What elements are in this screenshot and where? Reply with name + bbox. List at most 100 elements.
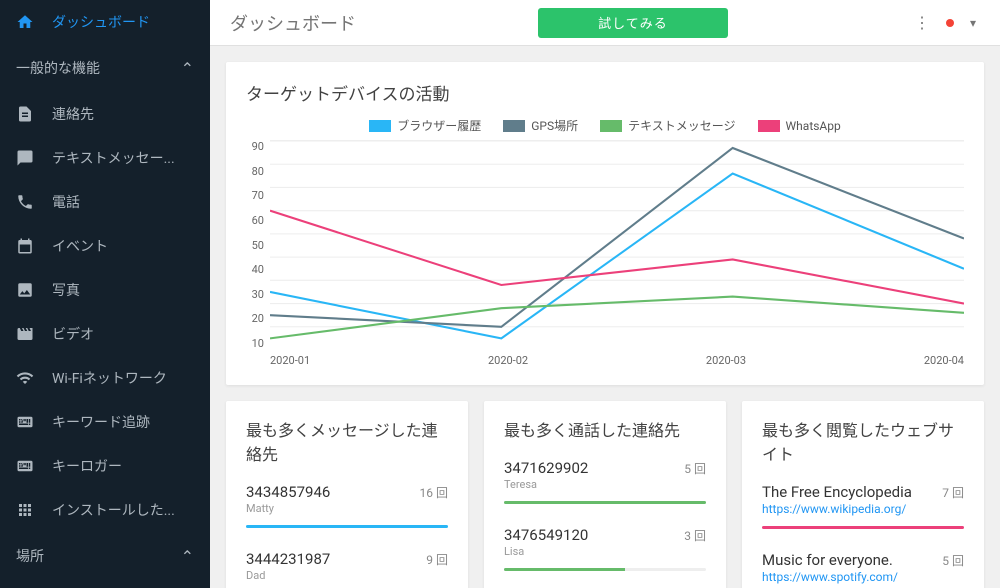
sidebar-item[interactable]: テキストメッセー... [0,136,210,180]
list-item-bar [246,525,448,528]
list-item[interactable]: 3444231987 9 回Dad [226,542,468,588]
list-item-bar [504,501,706,504]
list-item-sub: Lisa [504,545,706,558]
legend-swatch [758,120,780,132]
sidebar-item[interactable]: 写真 [0,268,210,312]
notification-dot[interactable] [946,19,954,27]
list-item-sub: Teresa [504,478,706,491]
sidebar-item-label: 電話 [52,192,80,212]
sidebar: ダッシュボード一般的な機能 ⌃ 連絡先テキストメッセー... 電話イベント写真ビデオ W… [0,0,210,588]
xtick: 2020-02 [488,354,528,367]
ytick: 80 [246,165,264,178]
xtick: 2020-04 [924,354,964,367]
sidebar-item[interactable]: GPS場所 [0,580,210,588]
phone-icon [16,193,34,211]
list-item-link[interactable]: https://www.spotify.com/ [762,570,898,584]
list-item[interactable]: Music for everyone. 5 回 https://www.spotif… [742,543,984,588]
page-title: ダッシュボード [230,10,356,36]
sidebar-item[interactable]: ビデオ [0,312,210,356]
panel-title: 最も多く閲覧したウェブサイト [742,401,984,475]
panel-web: 最も多く閲覧したウェブサイトThe Free Encyclopedia7 回ht… [742,401,984,588]
try-button[interactable]: 試してみる [538,8,728,38]
legend-item[interactable]: テキストメッセージ [600,117,735,134]
sidebar-item[interactable]: 連絡先 [0,92,210,136]
sidebar-item-label: インストールした... [52,500,175,520]
legend-swatch [600,120,622,132]
list-item-sub: https://www.wikipedia.org/ [762,502,964,516]
sidebar-item-label: ビデオ [52,324,94,344]
cal-icon [16,237,34,255]
sidebar-item-label: Wi-Fiネットワーク [52,368,167,388]
legend-swatch [503,120,525,132]
list-item[interactable]: 3434857946 16 回Matty [226,475,468,542]
list-item[interactable]: The Free Encyclopedia7 回https://www.wiki… [742,475,984,543]
sidebar-item[interactable]: インストールした... [0,488,210,532]
wifi-icon [16,369,34,387]
chart-yaxis: 908070605040302010 [246,140,270,350]
ytick: 70 [246,189,264,202]
list-item-title: 3476549120 [504,526,588,544]
sidebar-item-label: 写真 [52,280,80,300]
sidebar-section[interactable]: 一般的な機能 ⌃ [0,44,210,92]
list-item[interactable]: 3471629902 5 回Teresa [484,451,726,518]
list-item-title: 3434857946 [246,483,330,501]
list-item-title: 3444231987 [246,550,330,568]
legend-item[interactable]: ブラウザー履歴 [369,117,481,134]
sidebar-item-label: ダッシュボード [52,12,150,32]
list-item-sub: Matty [246,502,448,515]
chart-title: ターゲットデバイスの活動 [226,62,984,111]
list-item-link[interactable]: https://www.wikipedia.org/ [762,502,906,516]
legend-item[interactable]: GPS場所 [503,117,578,134]
chart-xaxis: 2020-012020-022020-032020-04 [270,354,964,367]
sidebar-item-label: 連絡先 [52,104,94,124]
topbar: ダッシュボード 試してみる ⋮ ▾ [210,0,1000,46]
sidebar-item[interactable]: キーロガー [0,444,210,488]
sidebar-section[interactable]: 場所⌃ [0,532,210,580]
section-label: 一般的な機能 [16,58,100,78]
sidebar-item-label: イベント [52,236,108,256]
list-item-sub: Dad [246,569,448,582]
legend-swatch [369,120,391,132]
legend-item[interactable]: WhatsApp [758,117,841,134]
legend-label: GPS場所 [531,117,578,134]
sidebar-item-label: キーロガー [52,456,122,476]
activity-chart-card: ターゲットデバイスの活動 ブラウザー履歴 GPS場所 テキストメッセージ WhatsA… [226,62,984,385]
list-item-title: Music for everyone. [762,551,893,569]
ytick: 90 [246,140,264,153]
ytick: 50 [246,239,264,252]
msg-icon [16,149,34,167]
ytick: 40 [246,263,264,276]
sidebar-item[interactable]: ダッシュボード [0,0,210,44]
chevron-up-icon: ⌃ [181,59,194,78]
list-item-sub: https://www.spotify.com/ [762,570,964,584]
sidebar-item[interactable]: Wi-Fiネットワーク [0,356,210,400]
dropdown-icon[interactable]: ▾ [966,12,980,34]
kbd-icon [16,413,34,431]
ytick: 20 [246,312,264,325]
sidebar-item-label: キーワード追跡 [52,412,150,432]
list-item-count: 9 回 [426,551,448,568]
legend-label: ブラウザー履歴 [397,117,481,134]
sidebar-item[interactable]: イベント [0,224,210,268]
grid-icon [16,501,34,519]
list-item-count: 5 回 [942,552,964,569]
list-item[interactable]: 3476549120 3 回Lisa [484,518,726,585]
panel-title: 最も多くメッセージした連絡先 [226,401,468,475]
sidebar-item[interactable]: キーワード追跡 [0,400,210,444]
ytick: 60 [246,214,264,227]
kbd-icon [16,457,34,475]
list-item-count: 3 回 [684,527,706,544]
sidebar-item-label: テキストメッセー... [52,148,175,168]
doc-icon [16,105,34,123]
xtick: 2020-03 [706,354,746,367]
list-item-count: 5 回 [684,460,706,477]
ytick: 10 [246,337,264,350]
sidebar-item[interactable]: 電話 [0,180,210,224]
list-item-title: 3471629902 [504,459,588,477]
content: ターゲットデバイスの活動 ブラウザー履歴 GPS場所 テキストメッセージ WhatsA… [210,46,1000,588]
vid-icon [16,325,34,343]
panel-title: 最も多く通話した連絡先 [484,401,726,451]
more-icon[interactable]: ⋮ [910,9,934,36]
list-item-count: 7 回 [942,484,964,501]
list-item-count: 16 回 [420,484,448,501]
